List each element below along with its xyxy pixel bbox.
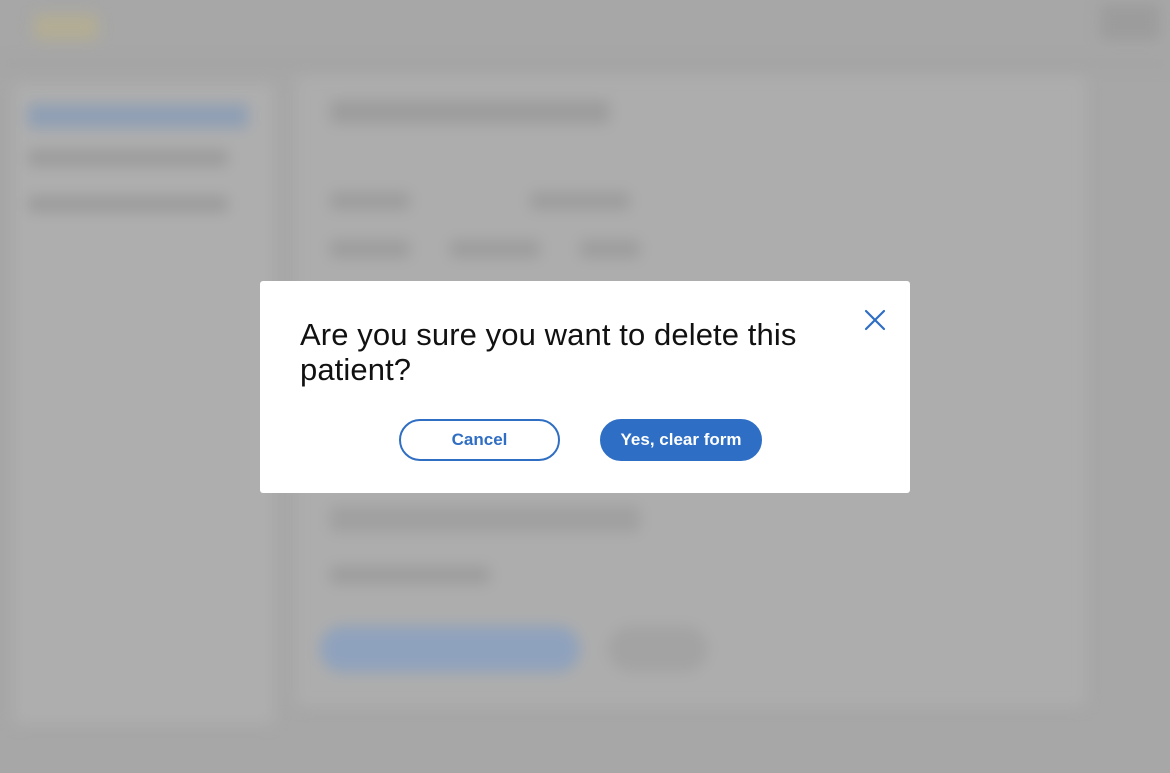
close-icon bbox=[864, 309, 886, 336]
dialog-title: Are you sure you want to delete this pat… bbox=[300, 317, 797, 387]
modal-overlay: Are you sure you want to delete this pat… bbox=[0, 0, 1170, 773]
close-button[interactable] bbox=[860, 307, 890, 337]
confirm-clear-form-button[interactable]: Yes, clear form bbox=[600, 419, 762, 461]
cancel-button[interactable]: Cancel bbox=[399, 419, 560, 461]
delete-patient-dialog: Are you sure you want to delete this pat… bbox=[260, 281, 910, 493]
